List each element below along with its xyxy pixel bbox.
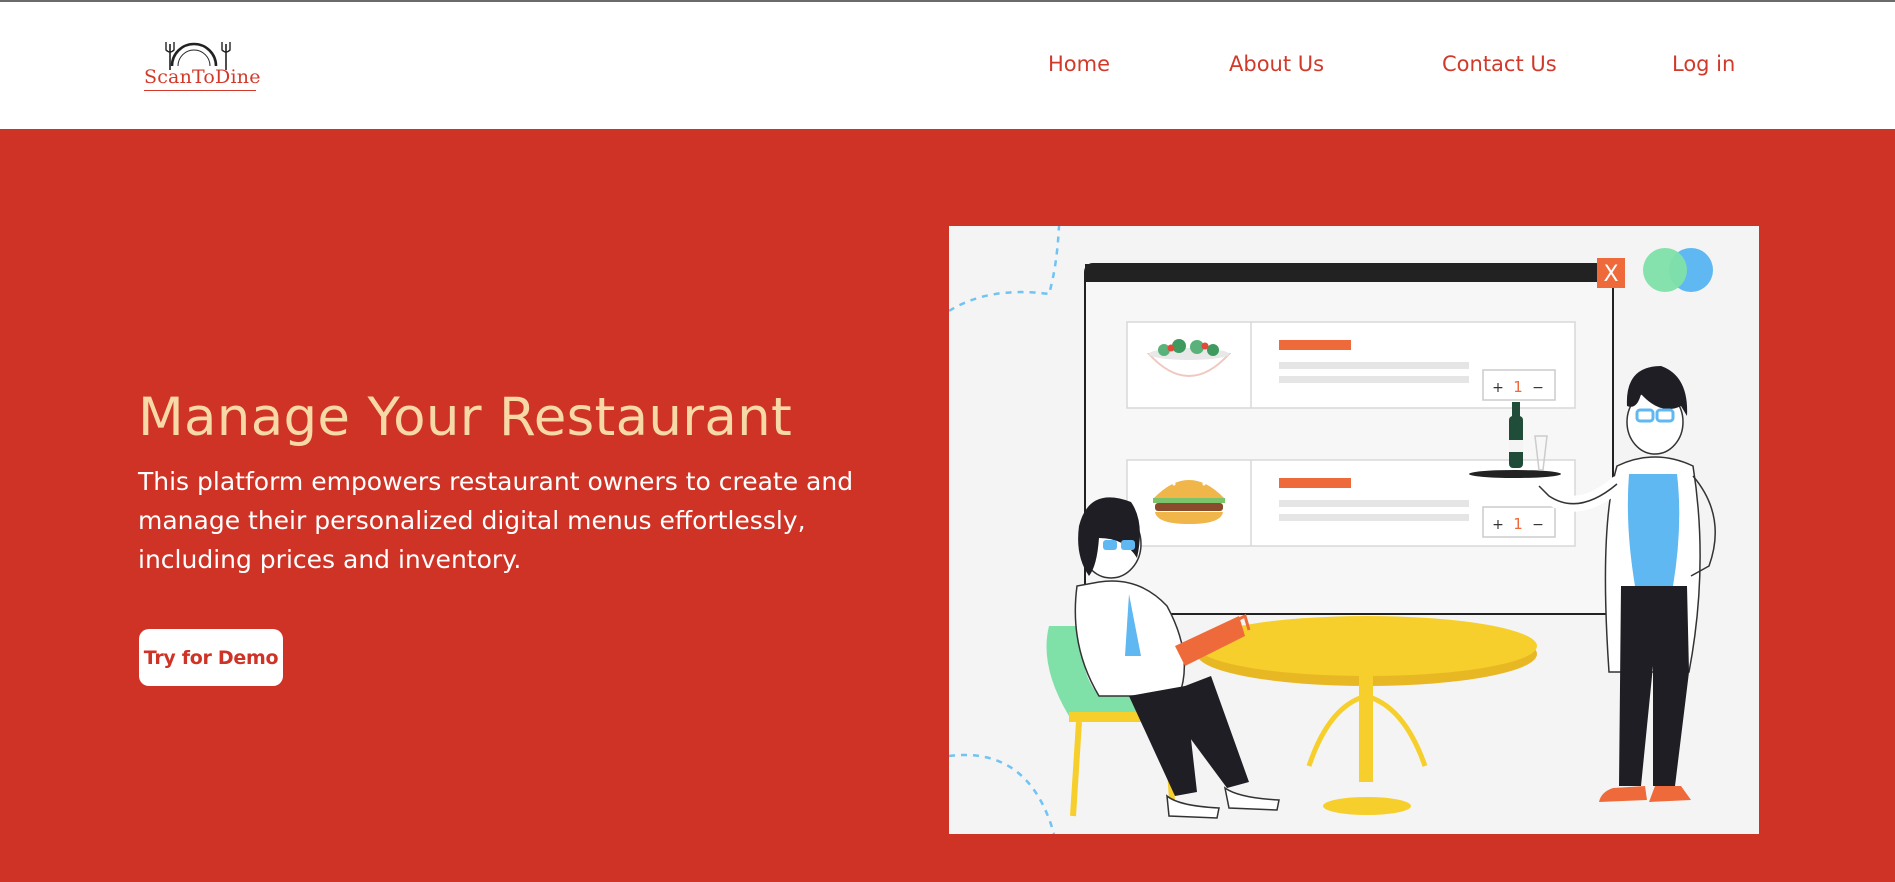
svg-text:1: 1 — [1513, 515, 1523, 533]
nav-home-link[interactable]: Home — [1048, 52, 1110, 76]
logo-text: ScanToDine — [144, 66, 261, 88]
logo[interactable]: ScanToDine — [140, 36, 262, 96]
svg-text:−: − — [1532, 380, 1544, 396]
hero-title: Manage Your Restaurant — [138, 387, 793, 448]
svg-text:−: − — [1532, 517, 1544, 533]
logo-underline — [144, 90, 256, 91]
nav-contact-link[interactable]: Contact Us — [1442, 52, 1557, 76]
nav-login-link[interactable]: Log in — [1672, 52, 1735, 76]
svg-text:+: + — [1492, 380, 1504, 396]
svg-text:X: X — [1603, 262, 1618, 287]
hero-section: Manage Your Restaurant This platform emp… — [0, 129, 1895, 882]
try-demo-button[interactable]: Try for Demo — [139, 629, 283, 686]
nav-about-link[interactable]: About Us — [1229, 52, 1324, 76]
hero-illustration: X + 1 − + 1 − — [949, 226, 1759, 834]
svg-text:1: 1 — [1513, 378, 1523, 396]
hero-description: This platform empowers restaurant owners… — [138, 467, 854, 574]
svg-text:+: + — [1492, 517, 1504, 533]
navbar: ScanToDine Home About Us Contact Us Log … — [0, 2, 1895, 129]
